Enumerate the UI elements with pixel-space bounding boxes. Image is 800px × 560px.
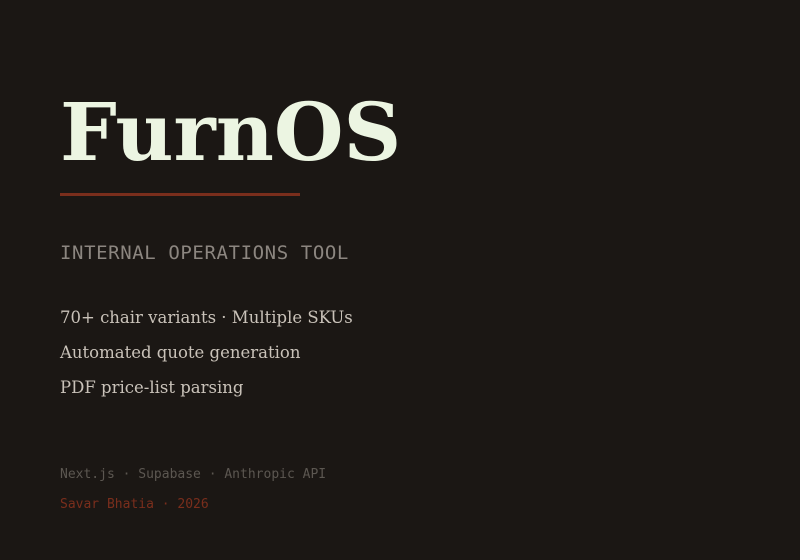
title-slide: FurnOS INTERNAL OPERATIONS TOOL 70+ chai…	[0, 0, 800, 560]
accent-divider	[60, 193, 300, 196]
feature-item: 70+ chair variants · Multiple SKUs	[60, 308, 353, 327]
page-title: FurnOS	[60, 85, 402, 179]
feature-item: PDF price-list parsing	[60, 378, 244, 397]
page-subtitle: INTERNAL OPERATIONS TOOL	[60, 242, 349, 264]
feature-list: 70+ chair variants · Multiple SKUs Autom…	[60, 300, 353, 405]
feature-item: Automated quote generation	[60, 343, 301, 362]
tech-stack: Next.js · Supabase · Anthropic API	[60, 467, 327, 482]
author-credit: Savar Bhatia · 2026	[60, 497, 209, 512]
